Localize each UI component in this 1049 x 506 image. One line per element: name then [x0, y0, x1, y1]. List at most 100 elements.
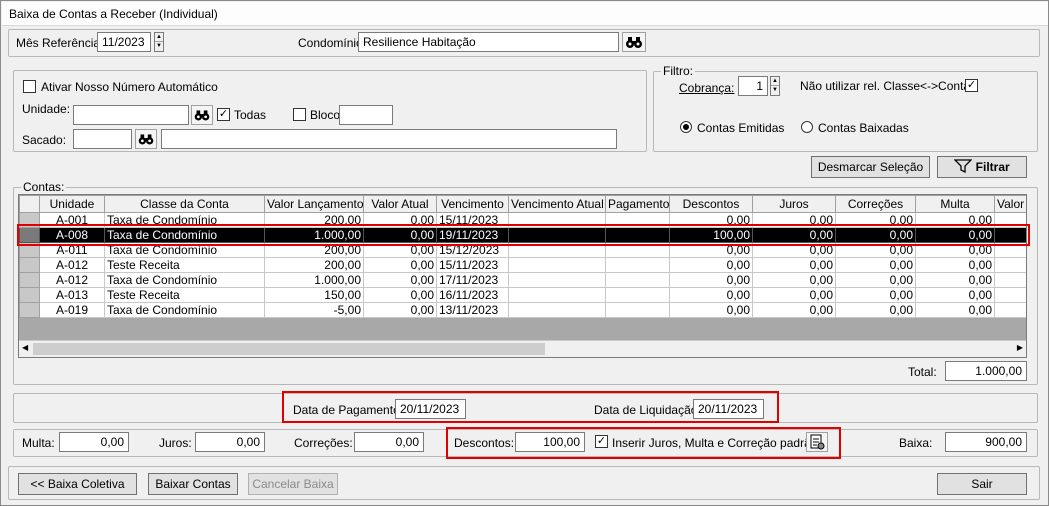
cell-descontos[interactable]: 0,00: [669, 287, 753, 303]
cell-classe[interactable]: Taxa de Condomínio: [104, 272, 265, 288]
cell-venc-atual[interactable]: [508, 287, 606, 303]
cell-valor[interactable]: [994, 257, 1026, 273]
cell-valor[interactable]: [994, 272, 1026, 288]
table-row[interactable]: A-013 Teste Receita 150,00 0,00 16/11/2023 0,…: [19, 287, 1026, 303]
cell-valor-lanc[interactable]: 1.000,00: [264, 272, 364, 288]
desmarcar-selecao-button[interactable]: Desmarcar Seleção: [811, 156, 930, 178]
bloco-input[interactable]: [339, 105, 393, 125]
column-header[interactable]: Vencimento: [436, 195, 509, 213]
cell-vencimento[interactable]: 16/11/2023: [436, 287, 509, 303]
cell-multa[interactable]: 0,00: [915, 302, 995, 318]
nosso-numero-checkbox[interactable]: [23, 80, 36, 93]
column-header[interactable]: Valor Atual: [363, 195, 437, 213]
row-indicator[interactable]: [19, 272, 40, 288]
cobranca-spinner[interactable]: ▲ ▼: [770, 76, 780, 96]
sacado-code-input[interactable]: [73, 129, 132, 149]
cell-unidade[interactable]: A-012: [39, 272, 105, 288]
table-row[interactable]: A-012 Taxa de Condomínio 1.000,00 0,00 17/11…: [19, 272, 1026, 288]
table-row[interactable]: A-012 Teste Receita 200,00 0,00 15/11/2023 0,…: [19, 257, 1026, 273]
column-header[interactable]: Correções: [835, 195, 916, 213]
cell-juros[interactable]: 0,00: [752, 287, 836, 303]
sacado-name-input[interactable]: [161, 129, 617, 149]
cell-valor-atual[interactable]: 0,00: [363, 287, 437, 303]
cell-unidade[interactable]: A-013: [39, 287, 105, 303]
horizontal-scrollbar[interactable]: ◀ ▶: [19, 340, 1026, 357]
cell-valor-lanc[interactable]: 200,00: [264, 257, 364, 273]
cell-venc-atual[interactable]: [508, 302, 606, 318]
mes-input[interactable]: 11/2023: [97, 32, 151, 52]
todas-checkbox[interactable]: ✓: [217, 108, 230, 121]
cell-correcoes[interactable]: 0,00: [835, 302, 916, 318]
column-header[interactable]: Classe da Conta: [104, 195, 265, 213]
scroll-right-icon[interactable]: ▶: [1017, 343, 1023, 352]
column-header[interactable]: Juros: [752, 195, 836, 213]
cell-classe[interactable]: Teste Receita: [104, 257, 265, 273]
mes-spinner[interactable]: ▲ ▼: [154, 32, 164, 52]
cell-pagamento[interactable]: [605, 272, 670, 288]
column-header[interactable]: Valor Lançamento: [264, 195, 364, 213]
column-header[interactable]: Unidade: [39, 195, 105, 213]
cell-correcoes[interactable]: 0,00: [835, 272, 916, 288]
table-row[interactable]: A-019 Taxa de Condomínio -5,00 0,00 13/11/20…: [19, 302, 1026, 318]
cell-valor-atual[interactable]: 0,00: [363, 302, 437, 318]
row-indicator[interactable]: [19, 287, 40, 303]
row-indicator[interactable]: [19, 257, 40, 273]
cancelar-baixa-button[interactable]: Cancelar Baixa: [248, 473, 338, 495]
condominio-input[interactable]: Resilience Habitação: [358, 32, 619, 52]
bloco-checkbox[interactable]: [293, 108, 306, 121]
cell-pagamento[interactable]: [605, 257, 670, 273]
cell-classe[interactable]: Teste Receita: [104, 287, 265, 303]
baixar-contas-button[interactable]: Baixar Contas: [148, 473, 238, 495]
cell-pagamento[interactable]: [605, 287, 670, 303]
cell-juros[interactable]: 0,00: [752, 257, 836, 273]
cell-venc-atual[interactable]: [508, 272, 606, 288]
juros-input[interactable]: 0,00: [195, 432, 265, 452]
cell-descontos[interactable]: 0,00: [669, 272, 753, 288]
baixa-coletiva-button[interactable]: << Baixa Coletiva: [18, 473, 137, 495]
cell-venc-atual[interactable]: [508, 257, 606, 273]
cell-pagamento[interactable]: [605, 302, 670, 318]
cell-correcoes[interactable]: 0,00: [835, 287, 916, 303]
contas-grid[interactable]: Unidade Classe da Conta Valor Lançamento…: [18, 194, 1027, 358]
column-header[interactable]: Vencimento Atual: [508, 195, 606, 213]
cell-valor-lanc[interactable]: 150,00: [264, 287, 364, 303]
cell-juros[interactable]: 0,00: [752, 302, 836, 318]
cell-descontos[interactable]: 0,00: [669, 302, 753, 318]
cell-classe[interactable]: Taxa de Condomínio: [104, 302, 265, 318]
unidade-search-button[interactable]: [191, 105, 213, 125]
unidade-input[interactable]: [73, 105, 189, 125]
sair-button[interactable]: Sair: [937, 473, 1027, 495]
cobranca-input[interactable]: 1: [738, 76, 768, 96]
scroll-left-icon[interactable]: ◀: [22, 343, 28, 352]
scrollbar-thumb[interactable]: [33, 343, 545, 355]
correcoes-input[interactable]: 0,00: [354, 432, 424, 452]
row-indicator[interactable]: [19, 302, 40, 318]
contas-emitidas-radio[interactable]: [680, 121, 692, 133]
cell-descontos[interactable]: 0,00: [669, 257, 753, 273]
sacado-search-button[interactable]: [135, 129, 157, 149]
column-header[interactable]: Descontos: [669, 195, 753, 213]
column-header[interactable]: Pagamento: [605, 195, 670, 213]
cell-multa[interactable]: 0,00: [915, 257, 995, 273]
cell-valor[interactable]: [994, 287, 1026, 303]
cell-valor-atual[interactable]: 0,00: [363, 257, 437, 273]
cell-vencimento[interactable]: 17/11/2023: [436, 272, 509, 288]
cell-valor-atual[interactable]: 0,00: [363, 272, 437, 288]
cell-valor[interactable]: [994, 302, 1026, 318]
column-header[interactable]: Valor: [994, 195, 1026, 213]
cell-vencimento[interactable]: 13/11/2023: [436, 302, 509, 318]
cell-unidade[interactable]: A-019: [39, 302, 105, 318]
filtrar-button[interactable]: Filtrar: [937, 156, 1027, 178]
cell-valor-lanc[interactable]: -5,00: [264, 302, 364, 318]
column-header[interactable]: Multa: [915, 195, 995, 213]
condominio-search-button[interactable]: [622, 32, 646, 52]
cell-juros[interactable]: 0,00: [752, 272, 836, 288]
nao-utilizar-checkbox[interactable]: ✓: [965, 79, 978, 92]
cell-unidade[interactable]: A-012: [39, 257, 105, 273]
cell-correcoes[interactable]: 0,00: [835, 257, 916, 273]
multa-input[interactable]: 0,00: [59, 432, 129, 452]
cell-multa[interactable]: 0,00: [915, 272, 995, 288]
contas-baixadas-radio[interactable]: [801, 121, 813, 133]
cell-vencimento[interactable]: 15/11/2023: [436, 257, 509, 273]
cell-multa[interactable]: 0,00: [915, 287, 995, 303]
